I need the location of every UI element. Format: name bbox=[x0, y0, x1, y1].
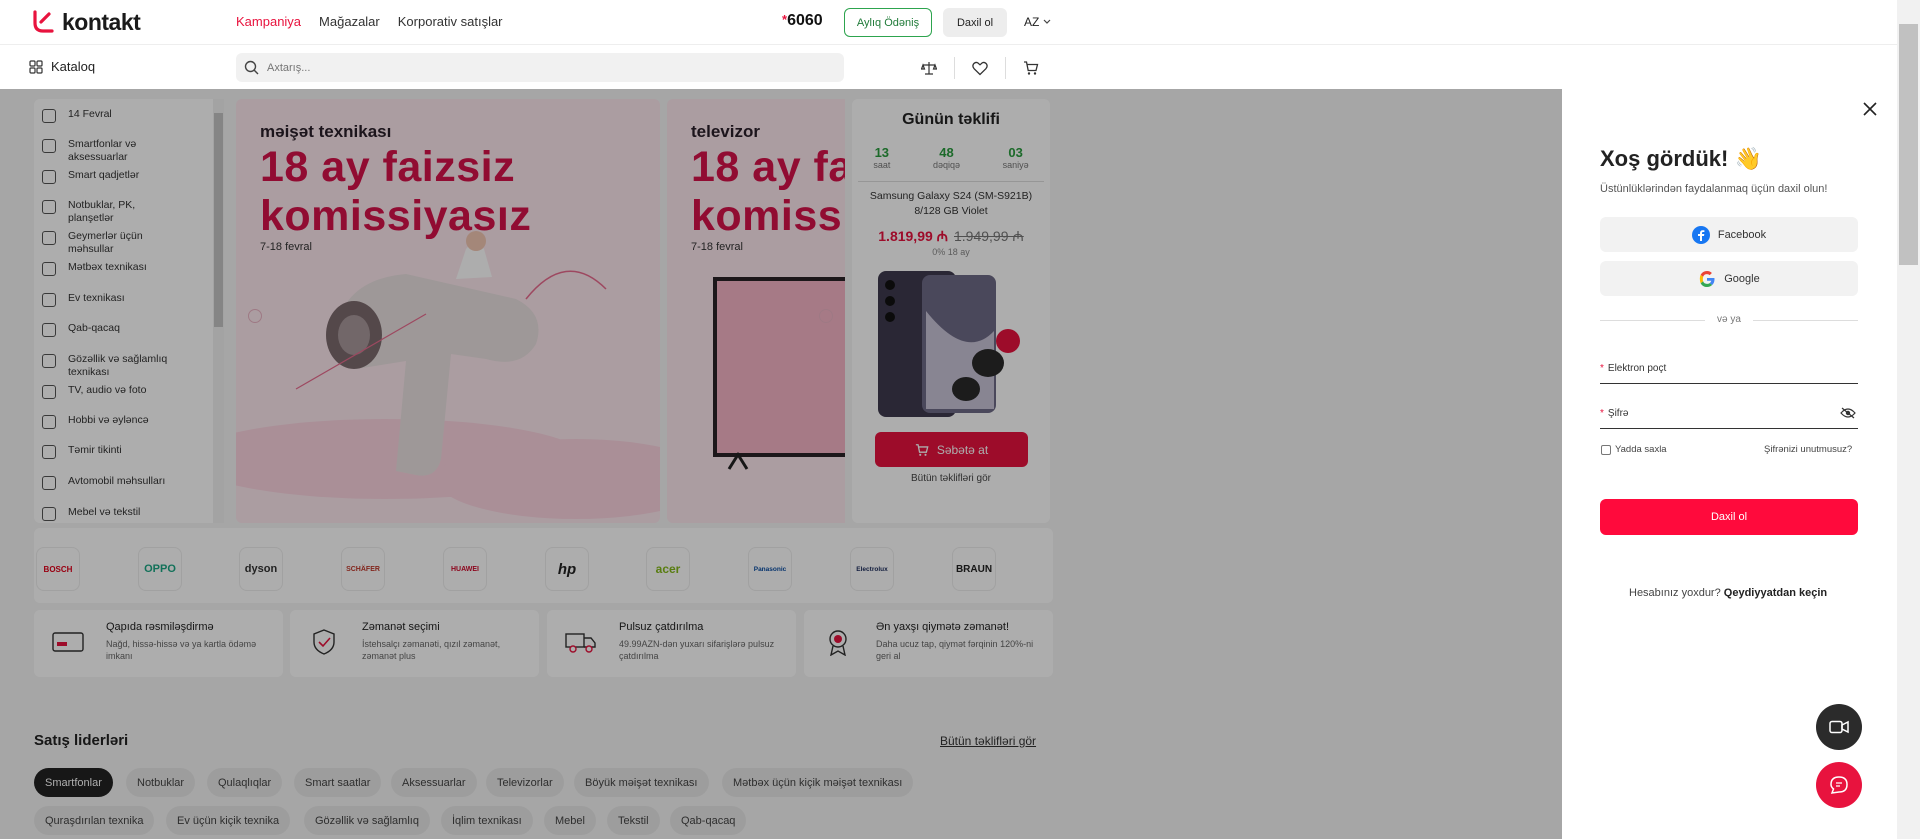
required-mark: * bbox=[1600, 363, 1604, 374]
facebook-login-button[interactable]: Facebook bbox=[1600, 217, 1858, 252]
header-actions bbox=[918, 57, 1042, 79]
google-label: Google bbox=[1724, 272, 1760, 285]
scrollbar-thumb[interactable] bbox=[1899, 24, 1918, 265]
language-label: AZ bbox=[1024, 15, 1040, 29]
search-bar bbox=[236, 53, 844, 82]
nav-kampaniya[interactable]: Kampaniya bbox=[236, 14, 301, 29]
hotline-number: 6060 bbox=[787, 12, 823, 29]
catalog-label: Kataloq bbox=[51, 59, 96, 74]
chat-button[interactable] bbox=[1816, 762, 1862, 808]
password-field[interactable]: * Şifrə bbox=[1600, 403, 1858, 429]
chevron-down-icon bbox=[1043, 19, 1051, 24]
register-link[interactable]: Qeydiyyatdan keçin bbox=[1724, 587, 1827, 599]
password-label-text: Şifrə bbox=[1607, 408, 1629, 419]
search-icon bbox=[244, 60, 259, 75]
top-nav: Kampaniya Mağazalar Korporativ satışlar bbox=[236, 14, 503, 29]
modal-overlay[interactable] bbox=[0, 89, 1562, 839]
email-field[interactable]: * Elektron poçt bbox=[1600, 358, 1858, 384]
google-icon bbox=[1700, 270, 1715, 287]
video-icon bbox=[1829, 720, 1849, 734]
remember-me-checkbox[interactable]: Yadda saxla bbox=[1601, 444, 1667, 455]
login-submit-button[interactable]: Daxil ol bbox=[1600, 499, 1858, 535]
checkbox[interactable] bbox=[1601, 444, 1611, 455]
nav-korporativ[interactable]: Korporativ satışlar bbox=[398, 14, 503, 29]
kontakt-logo-icon bbox=[33, 10, 54, 33]
register-prompt: Hesabınız yoxdur? Qeydiyyatdan keçin bbox=[1629, 587, 1827, 599]
language-selector[interactable]: AZ bbox=[1024, 15, 1051, 29]
page: kontakt Kampaniya Mağazalar Korporativ s… bbox=[0, 0, 1920, 839]
email-label-text: Elektron poçt bbox=[1607, 363, 1667, 374]
sub-header: Kataloq bbox=[0, 45, 1897, 89]
or-label: və ya bbox=[1717, 314, 1741, 325]
login-subtitle: Üstünlüklərindən faydalanmaq üçün daxil … bbox=[1600, 183, 1828, 195]
compare-icon[interactable] bbox=[918, 57, 940, 79]
header-login-button[interactable]: Daxil ol bbox=[943, 8, 1007, 37]
forgot-password-link[interactable]: Şifrənizi unutmusuz? bbox=[1764, 444, 1852, 455]
video-call-button[interactable] bbox=[1816, 704, 1862, 750]
cart-icon[interactable] bbox=[1020, 57, 1042, 79]
password-label: * Şifrə bbox=[1600, 408, 1628, 419]
divider bbox=[954, 57, 955, 79]
search-input[interactable] bbox=[267, 61, 827, 74]
heart-icon[interactable] bbox=[969, 57, 991, 79]
google-login-button[interactable]: Google bbox=[1600, 261, 1858, 296]
facebook-label: Facebook bbox=[1717, 228, 1767, 241]
or-divider: və ya bbox=[1600, 314, 1858, 325]
page-scrollbar[interactable] bbox=[1897, 0, 1920, 839]
remember-label: Yadda saxla bbox=[1615, 444, 1667, 455]
top-header: kontakt Kampaniya Mağazalar Korporativ s… bbox=[0, 0, 1897, 45]
catalog-button[interactable]: Kataloq bbox=[29, 59, 95, 74]
eye-off-icon[interactable] bbox=[1840, 407, 1856, 419]
nav-magazalar[interactable]: Mağazalar bbox=[319, 14, 380, 29]
no-account-text: Hesabınız yoxdur? bbox=[1629, 587, 1721, 599]
login-title: Xoş gördük! 👋 bbox=[1600, 146, 1762, 171]
logo[interactable]: kontakt bbox=[30, 8, 141, 36]
divider bbox=[1005, 57, 1006, 79]
monthly-payment-button[interactable]: Aylıq Ödəniş bbox=[844, 8, 932, 37]
close-icon[interactable] bbox=[1860, 99, 1880, 119]
hotline[interactable]: *6060 bbox=[782, 12, 823, 30]
grid-icon bbox=[29, 59, 43, 74]
required-mark: * bbox=[1600, 408, 1604, 419]
facebook-icon bbox=[1691, 225, 1710, 244]
chat-icon bbox=[1830, 776, 1848, 794]
email-label: * Elektron poçt bbox=[1600, 363, 1666, 374]
logo-text: kontakt bbox=[62, 8, 141, 35]
